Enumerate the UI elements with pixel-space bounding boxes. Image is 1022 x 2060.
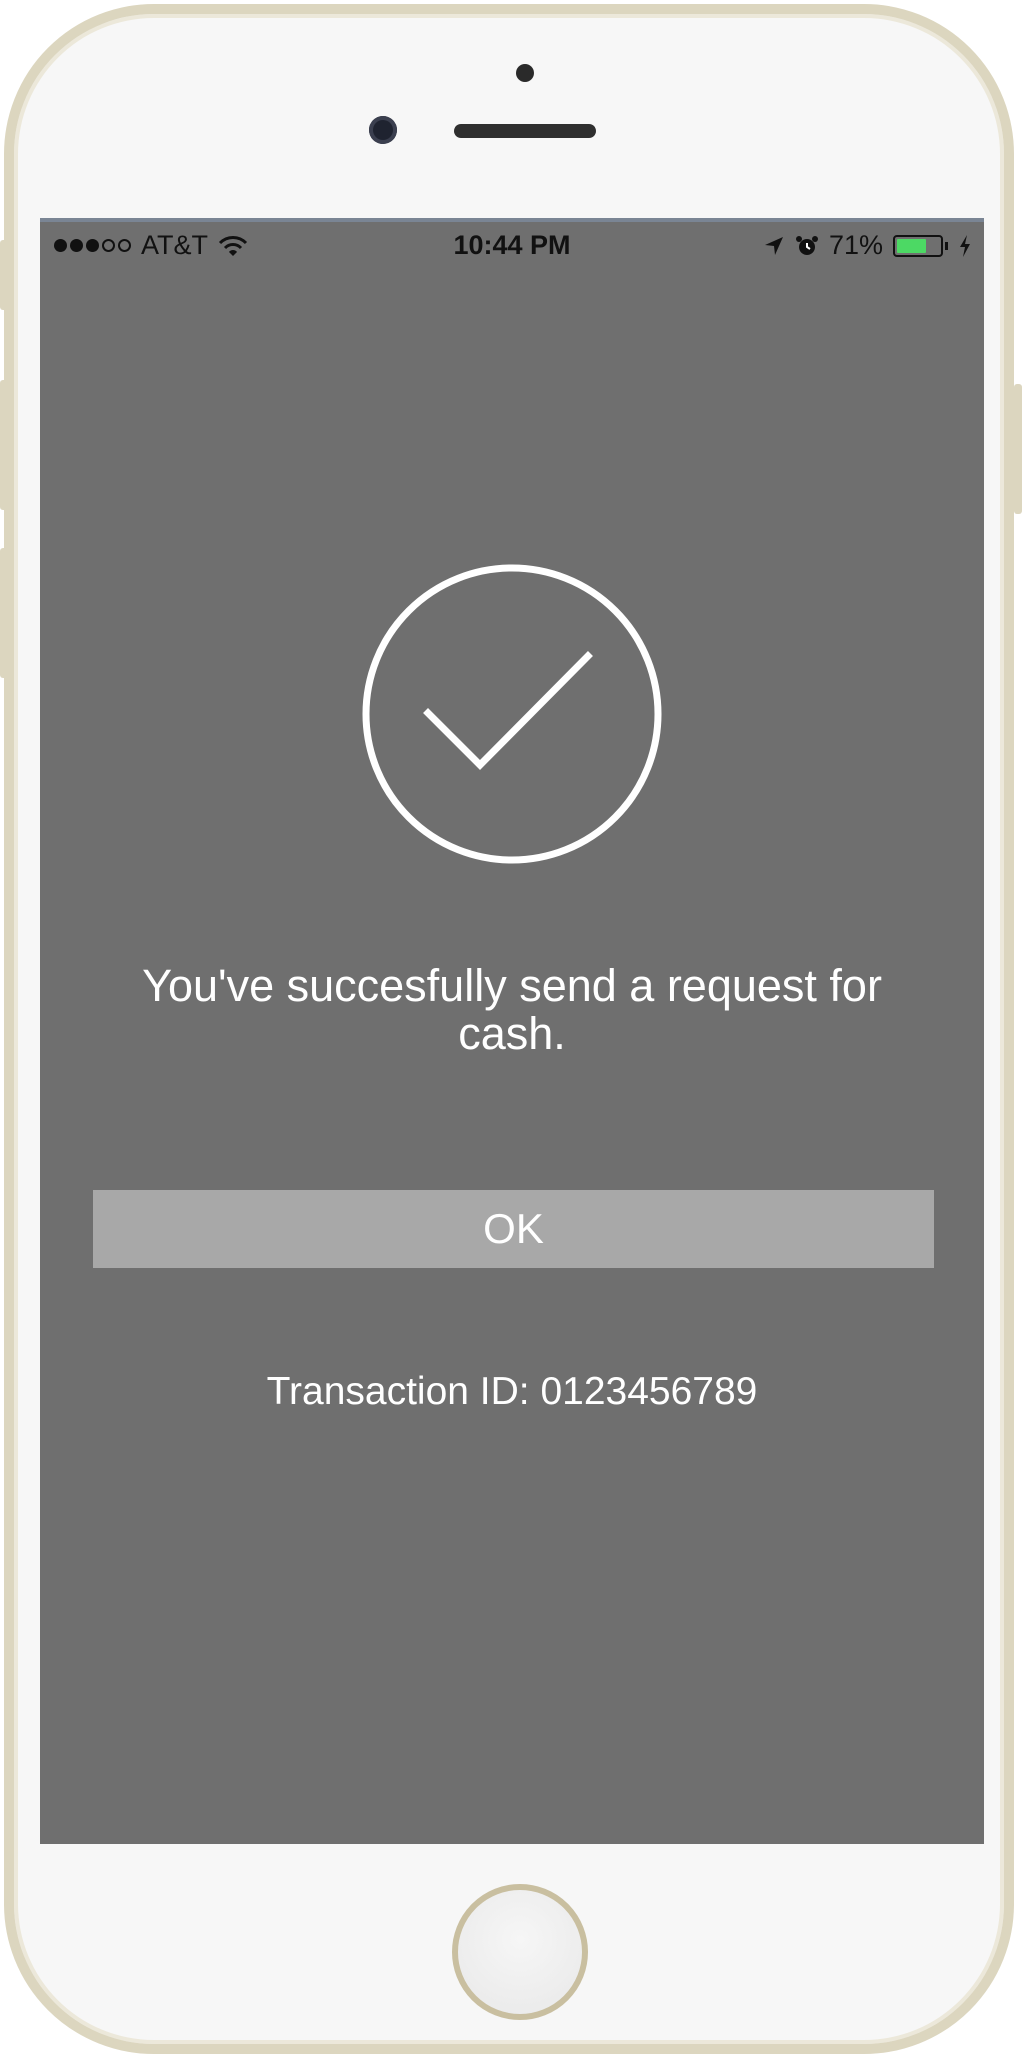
ok-button[interactable]: OK [93, 1190, 934, 1268]
success-message: You've succesfully send a request for ca… [142, 960, 882, 1059]
transaction-id: Transaction ID: 0123456789 [266, 1370, 758, 1413]
status-bar: AT&T 10:44 PM 71% [40, 222, 984, 272]
location-arrow-icon [764, 236, 783, 255]
alarm-icon [795, 235, 818, 255]
checkmark-circle-icon [358, 560, 666, 868]
power-button [1014, 384, 1022, 514]
front-camera [369, 116, 397, 144]
battery-percent: 71% [828, 230, 883, 260]
proximity-sensor [516, 64, 534, 82]
home-button[interactable] [452, 1884, 588, 2020]
battery-tip [945, 241, 948, 250]
earpiece-speaker [454, 124, 596, 138]
mute-switch [0, 240, 8, 310]
battery-level-fill [897, 238, 926, 253]
volume-down-button [0, 548, 8, 678]
volume-up-button [0, 380, 8, 510]
charging-bolt-icon [960, 234, 970, 257]
battery-icon [893, 234, 943, 257]
status-right: 71% [763, 230, 972, 261]
app-screen: AT&T 10:44 PM 71% You've succesfully sen… [40, 218, 984, 1844]
